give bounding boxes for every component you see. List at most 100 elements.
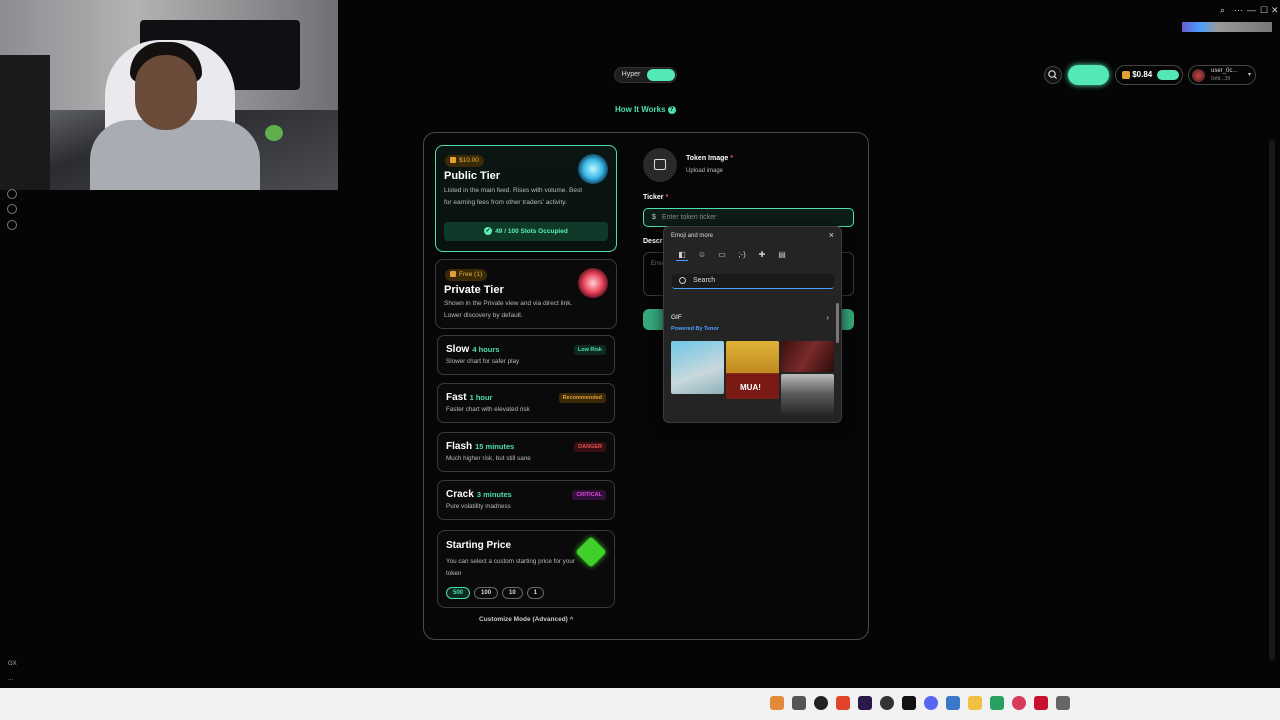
tab-symbols[interactable]: ✚ bbox=[756, 249, 768, 261]
speed-flash[interactable]: Flash 15 minutes Much higher risk, but st… bbox=[437, 432, 615, 472]
speed-name: Flash bbox=[446, 441, 473, 452]
description-label: Descri bbox=[643, 238, 665, 245]
close-window-button[interactable]: ✕ bbox=[1271, 5, 1279, 16]
price-option-500[interactable]: 500 bbox=[446, 587, 471, 599]
speed-slow[interactable]: Slow 4 hours Slower chart for safer play … bbox=[437, 335, 615, 375]
tier-price: $10.00 bbox=[445, 155, 484, 167]
tab-gif[interactable]: ▭ bbox=[716, 249, 728, 261]
history-icon[interactable] bbox=[7, 189, 17, 199]
gif-caption: MUA! bbox=[740, 383, 761, 392]
sidebar-label: GX bbox=[8, 661, 17, 667]
emoji-scrollbar[interactable] bbox=[836, 297, 839, 417]
tier-desc: Listed in the main feed. Rises with volu… bbox=[444, 187, 583, 206]
taskbar-app-icon[interactable] bbox=[814, 696, 828, 710]
taskbar-app-icon[interactable] bbox=[880, 696, 894, 710]
speed-name: Crack bbox=[446, 489, 474, 500]
speed-duration: 3 minutes bbox=[476, 490, 512, 499]
slots-status: ✓ 49 / 100 Slots Occupied bbox=[444, 222, 608, 241]
how-it-works-link[interactable]: How It Works ? bbox=[615, 105, 676, 114]
check-icon: ✓ bbox=[484, 227, 493, 236]
balance-value: $0.84 bbox=[1132, 70, 1153, 79]
starting-price-card: Starting Price You can select a custom s… bbox=[437, 530, 615, 608]
tier-desc: Shown in the Private view and via direct… bbox=[444, 300, 573, 319]
taskbar-app-icon[interactable] bbox=[968, 696, 982, 710]
taskbar-app-icon[interactable] bbox=[770, 696, 784, 710]
taskbar-app-icon[interactable] bbox=[924, 696, 938, 710]
risk-badge: DANGER bbox=[574, 442, 606, 452]
home-icon[interactable] bbox=[7, 204, 17, 214]
taskbar-app-icon[interactable] bbox=[836, 696, 850, 710]
taskbar-app-icon[interactable] bbox=[902, 696, 916, 710]
taskbar-app-icon[interactable] bbox=[1056, 696, 1070, 710]
tier-public[interactable]: $10.00 Public Tier Listed in the main fe… bbox=[435, 145, 617, 252]
tab-recent[interactable]: ◧ bbox=[676, 249, 688, 261]
sidebar-more[interactable]: ... bbox=[8, 676, 13, 682]
emoji-panel: Emoji and more × ◧ ☺ ▭ ;-) ✚ ▤ Search GI… bbox=[663, 226, 842, 423]
tenor-attribution: Powered By Tenor bbox=[671, 326, 719, 332]
taskbar-app-icon[interactable] bbox=[1012, 696, 1026, 710]
find-icon[interactable]: ⌕ bbox=[1220, 5, 1225, 16]
speed-crack[interactable]: Crack 3 minutes Pure volatility madness C… bbox=[437, 480, 615, 520]
diamond-icon bbox=[578, 154, 608, 184]
mode-hyper[interactable]: Hyper bbox=[618, 69, 644, 81]
taskbar-app-icon[interactable] bbox=[1034, 696, 1048, 710]
taskbar-app-icon[interactable] bbox=[858, 696, 872, 710]
price-option-10[interactable]: 10 bbox=[502, 587, 523, 599]
speed-fast[interactable]: Fast 1 hour Faster chart with elevated ri… bbox=[437, 383, 615, 423]
settings-icon[interactable] bbox=[7, 220, 17, 230]
starting-price-desc: You can select a custom starting price f… bbox=[446, 558, 575, 577]
search-icon bbox=[679, 277, 686, 284]
browser-tray-icons[interactable] bbox=[1182, 22, 1272, 32]
chevron-down-icon: ▾ bbox=[1247, 72, 1251, 78]
upload-image-text: Upload image bbox=[686, 168, 724, 174]
help-icon: ? bbox=[667, 105, 676, 114]
speed-name: Slow bbox=[446, 344, 470, 355]
gif-thumbnail[interactable] bbox=[671, 341, 724, 394]
tab-clipboard[interactable]: ▤ bbox=[776, 249, 788, 261]
taskbar-app-icon[interactable] bbox=[946, 696, 960, 710]
close-icon[interactable]: × bbox=[829, 230, 834, 240]
taskbar-app-icon[interactable] bbox=[792, 696, 806, 710]
tab-emoji[interactable]: ☺ bbox=[696, 249, 708, 261]
mode-turbo[interactable]: Turbo bbox=[647, 69, 675, 81]
ticker-label: Ticker * bbox=[643, 194, 669, 201]
ticker-input[interactable]: $ Enter token ticker bbox=[643, 208, 854, 227]
emoji-search-input[interactable]: Search bbox=[672, 274, 834, 289]
dollar-prefix: $ bbox=[652, 214, 656, 221]
image-upload-button[interactable] bbox=[643, 148, 677, 182]
user-menu[interactable]: user_0c... 0xfd...39 ▾ bbox=[1188, 65, 1256, 85]
coin-icon bbox=[1122, 70, 1130, 79]
search-button[interactable] bbox=[1044, 66, 1062, 84]
launch-button[interactable] bbox=[1068, 65, 1109, 85]
user-name: user_0c... bbox=[1211, 68, 1238, 74]
page-scrollbar[interactable] bbox=[1269, 140, 1275, 660]
speed-name: Fast bbox=[446, 392, 467, 403]
ticker-placeholder: Enter token ticker bbox=[661, 214, 717, 221]
gif-thumbnail[interactable] bbox=[781, 341, 834, 372]
speed-duration: 15 minutes bbox=[475, 442, 515, 451]
speed-desc: Pure volatility madness bbox=[446, 503, 511, 510]
star-icon bbox=[578, 268, 608, 298]
taskbar-app-icon[interactable] bbox=[990, 696, 1004, 710]
maximize-button[interactable]: ☐ bbox=[1260, 5, 1268, 16]
deposit-pill[interactable] bbox=[1157, 70, 1179, 80]
tier-private[interactable]: Free (1) Private Tier Shown in the Priva… bbox=[435, 259, 617, 329]
mode-toggle[interactable]: Hyper Turbo bbox=[614, 67, 677, 83]
customize-mode-toggle[interactable]: Customize Mode (Advanced) ^ bbox=[479, 616, 573, 623]
risk-badge: CRITICAL bbox=[572, 490, 606, 500]
risk-badge: Recommended bbox=[558, 393, 606, 403]
price-option-100[interactable]: 100 bbox=[474, 587, 499, 599]
speed-desc: Slower chart for safer play bbox=[446, 358, 520, 365]
webcam-overlay bbox=[0, 0, 338, 190]
tier-title: Public Tier bbox=[444, 170, 501, 182]
tab-kaomoji[interactable]: ;-) bbox=[736, 249, 748, 261]
price-option-1[interactable]: 1 bbox=[526, 587, 545, 599]
search-icon bbox=[1048, 70, 1057, 79]
balance-chip[interactable]: $0.84 bbox=[1115, 65, 1183, 85]
minimize-button[interactable]: — bbox=[1247, 5, 1256, 15]
chevron-right-icon[interactable]: › bbox=[826, 313, 829, 322]
speed-desc: Faster chart with elevated risk bbox=[446, 406, 530, 413]
gif-thumbnail[interactable]: MUA! bbox=[726, 341, 779, 399]
more-icon[interactable]: ⋯ bbox=[1234, 5, 1243, 16]
gif-thumbnail[interactable] bbox=[781, 374, 834, 414]
